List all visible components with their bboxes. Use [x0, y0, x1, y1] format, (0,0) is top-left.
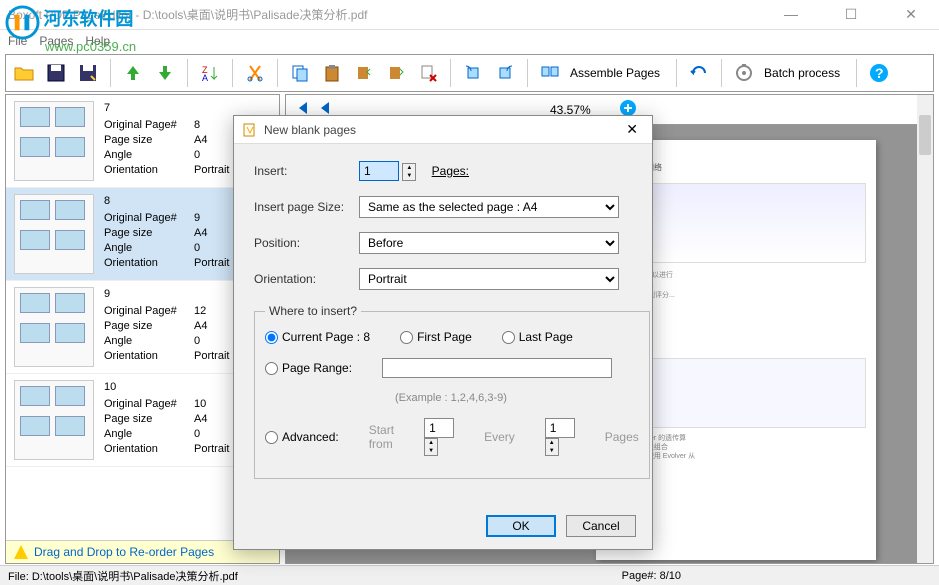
- where-legend: Where to insert?: [265, 304, 361, 318]
- batch-icon[interactable]: [730, 59, 758, 87]
- advanced-radio[interactable]: Advanced:: [265, 430, 339, 444]
- every-spinner[interactable]: ▲▼: [545, 438, 559, 456]
- status-page: Page#: 8/10: [622, 570, 681, 582]
- toolbar: ZA Assemble Pages Batch process ?: [5, 54, 934, 92]
- every-label: Every: [484, 430, 515, 444]
- undo-icon[interactable]: [685, 59, 713, 87]
- cancel-button[interactable]: Cancel: [566, 515, 636, 537]
- titlebar: Boxoft PDF PageEditor - D:\tools\桌面\说明书\…: [0, 0, 939, 30]
- dialog-close-icon[interactable]: ✕: [620, 121, 644, 138]
- page-range-input[interactable]: [382, 358, 612, 378]
- orientation-select[interactable]: Portrait: [359, 268, 619, 290]
- every-input[interactable]: [545, 418, 575, 438]
- menubar: File Pages Help: [0, 30, 939, 52]
- startfrom-input[interactable]: [424, 418, 454, 438]
- warning-icon: [14, 545, 28, 559]
- last-page-radio[interactable]: Last Page: [502, 330, 573, 344]
- ok-button[interactable]: OK: [486, 515, 556, 537]
- close-button[interactable]: ✕: [891, 6, 931, 23]
- page-thumbnail: [14, 380, 94, 460]
- window-title: Boxoft PDF PageEditor - D:\tools\桌面\说明书\…: [8, 6, 771, 23]
- svg-text:A: A: [202, 73, 208, 83]
- batch-label[interactable]: Batch process: [764, 66, 840, 80]
- dialog-title: New blank pages: [264, 123, 620, 137]
- assemble-label[interactable]: Assemble Pages: [570, 66, 660, 80]
- orientation-label: Orientation:: [254, 272, 359, 286]
- status-file: File: D:\tools\桌面\说明书\Palisade决策分析.pdf: [8, 568, 622, 584]
- sort-icon[interactable]: ZA: [196, 59, 224, 87]
- saveas-icon[interactable]: [74, 59, 102, 87]
- menu-help[interactable]: Help: [85, 34, 110, 48]
- move-up-icon[interactable]: [119, 59, 147, 87]
- minimize-button[interactable]: —: [771, 6, 811, 23]
- startfrom-label: Start from: [369, 423, 394, 451]
- where-fieldset: Where to insert? Current Page : 8 First …: [254, 304, 650, 479]
- pages-label: Pages:: [432, 164, 469, 178]
- page-range-radio[interactable]: Page Range:: [265, 361, 352, 375]
- help-icon[interactable]: ?: [865, 59, 893, 87]
- maximize-button[interactable]: ☐: [831, 6, 871, 23]
- new-blank-pages-dialog: New blank pages ✕ Insert: ▲▼ Pages: Inse…: [233, 115, 653, 550]
- drag-hint-text: Drag and Drop to Re-order Pages: [34, 545, 214, 559]
- paste-icon[interactable]: [318, 59, 346, 87]
- insert-count-input[interactable]: [359, 161, 399, 181]
- range-example: (Example : 1,2,4,6,3-9): [395, 392, 639, 404]
- first-page-radio[interactable]: First Page: [400, 330, 472, 344]
- insert-size-label: Insert page Size:: [254, 200, 359, 214]
- position-select[interactable]: Before: [359, 232, 619, 254]
- page-thumbnail: [14, 287, 94, 367]
- page-thumbnail: [14, 101, 94, 181]
- open-icon[interactable]: [10, 59, 38, 87]
- copy-icon[interactable]: [286, 59, 314, 87]
- current-page-radio[interactable]: Current Page : 8: [265, 330, 370, 344]
- insert-size-select[interactable]: Same as the selected page : A4: [359, 196, 619, 218]
- save-icon[interactable]: [42, 59, 70, 87]
- delete-icon[interactable]: [414, 59, 442, 87]
- statusbar: File: D:\tools\桌面\说明书\Palisade决策分析.pdf P…: [0, 565, 939, 585]
- preview-scrollbar[interactable]: [917, 95, 933, 563]
- dialog-icon: [242, 122, 258, 138]
- svg-text:?: ?: [875, 65, 884, 81]
- paste-after-icon[interactable]: [382, 59, 410, 87]
- cut-icon[interactable]: [241, 59, 269, 87]
- startfrom-spinner[interactable]: ▲▼: [424, 438, 438, 456]
- menu-pages[interactable]: Pages: [39, 34, 73, 48]
- position-label: Position:: [254, 236, 359, 250]
- assemble-icon[interactable]: [536, 59, 564, 87]
- pages-suffix-label: Pages: [605, 430, 639, 444]
- rotate-right-icon[interactable]: [491, 59, 519, 87]
- paste-before-icon[interactable]: [350, 59, 378, 87]
- menu-file[interactable]: File: [8, 34, 27, 48]
- insert-spinner[interactable]: ▲▼: [402, 163, 416, 181]
- insert-label: Insert:: [254, 164, 359, 178]
- rotate-left-icon[interactable]: [459, 59, 487, 87]
- move-down-icon[interactable]: [151, 59, 179, 87]
- page-thumbnail: [14, 194, 94, 274]
- dialog-titlebar: New blank pages ✕: [234, 116, 652, 144]
